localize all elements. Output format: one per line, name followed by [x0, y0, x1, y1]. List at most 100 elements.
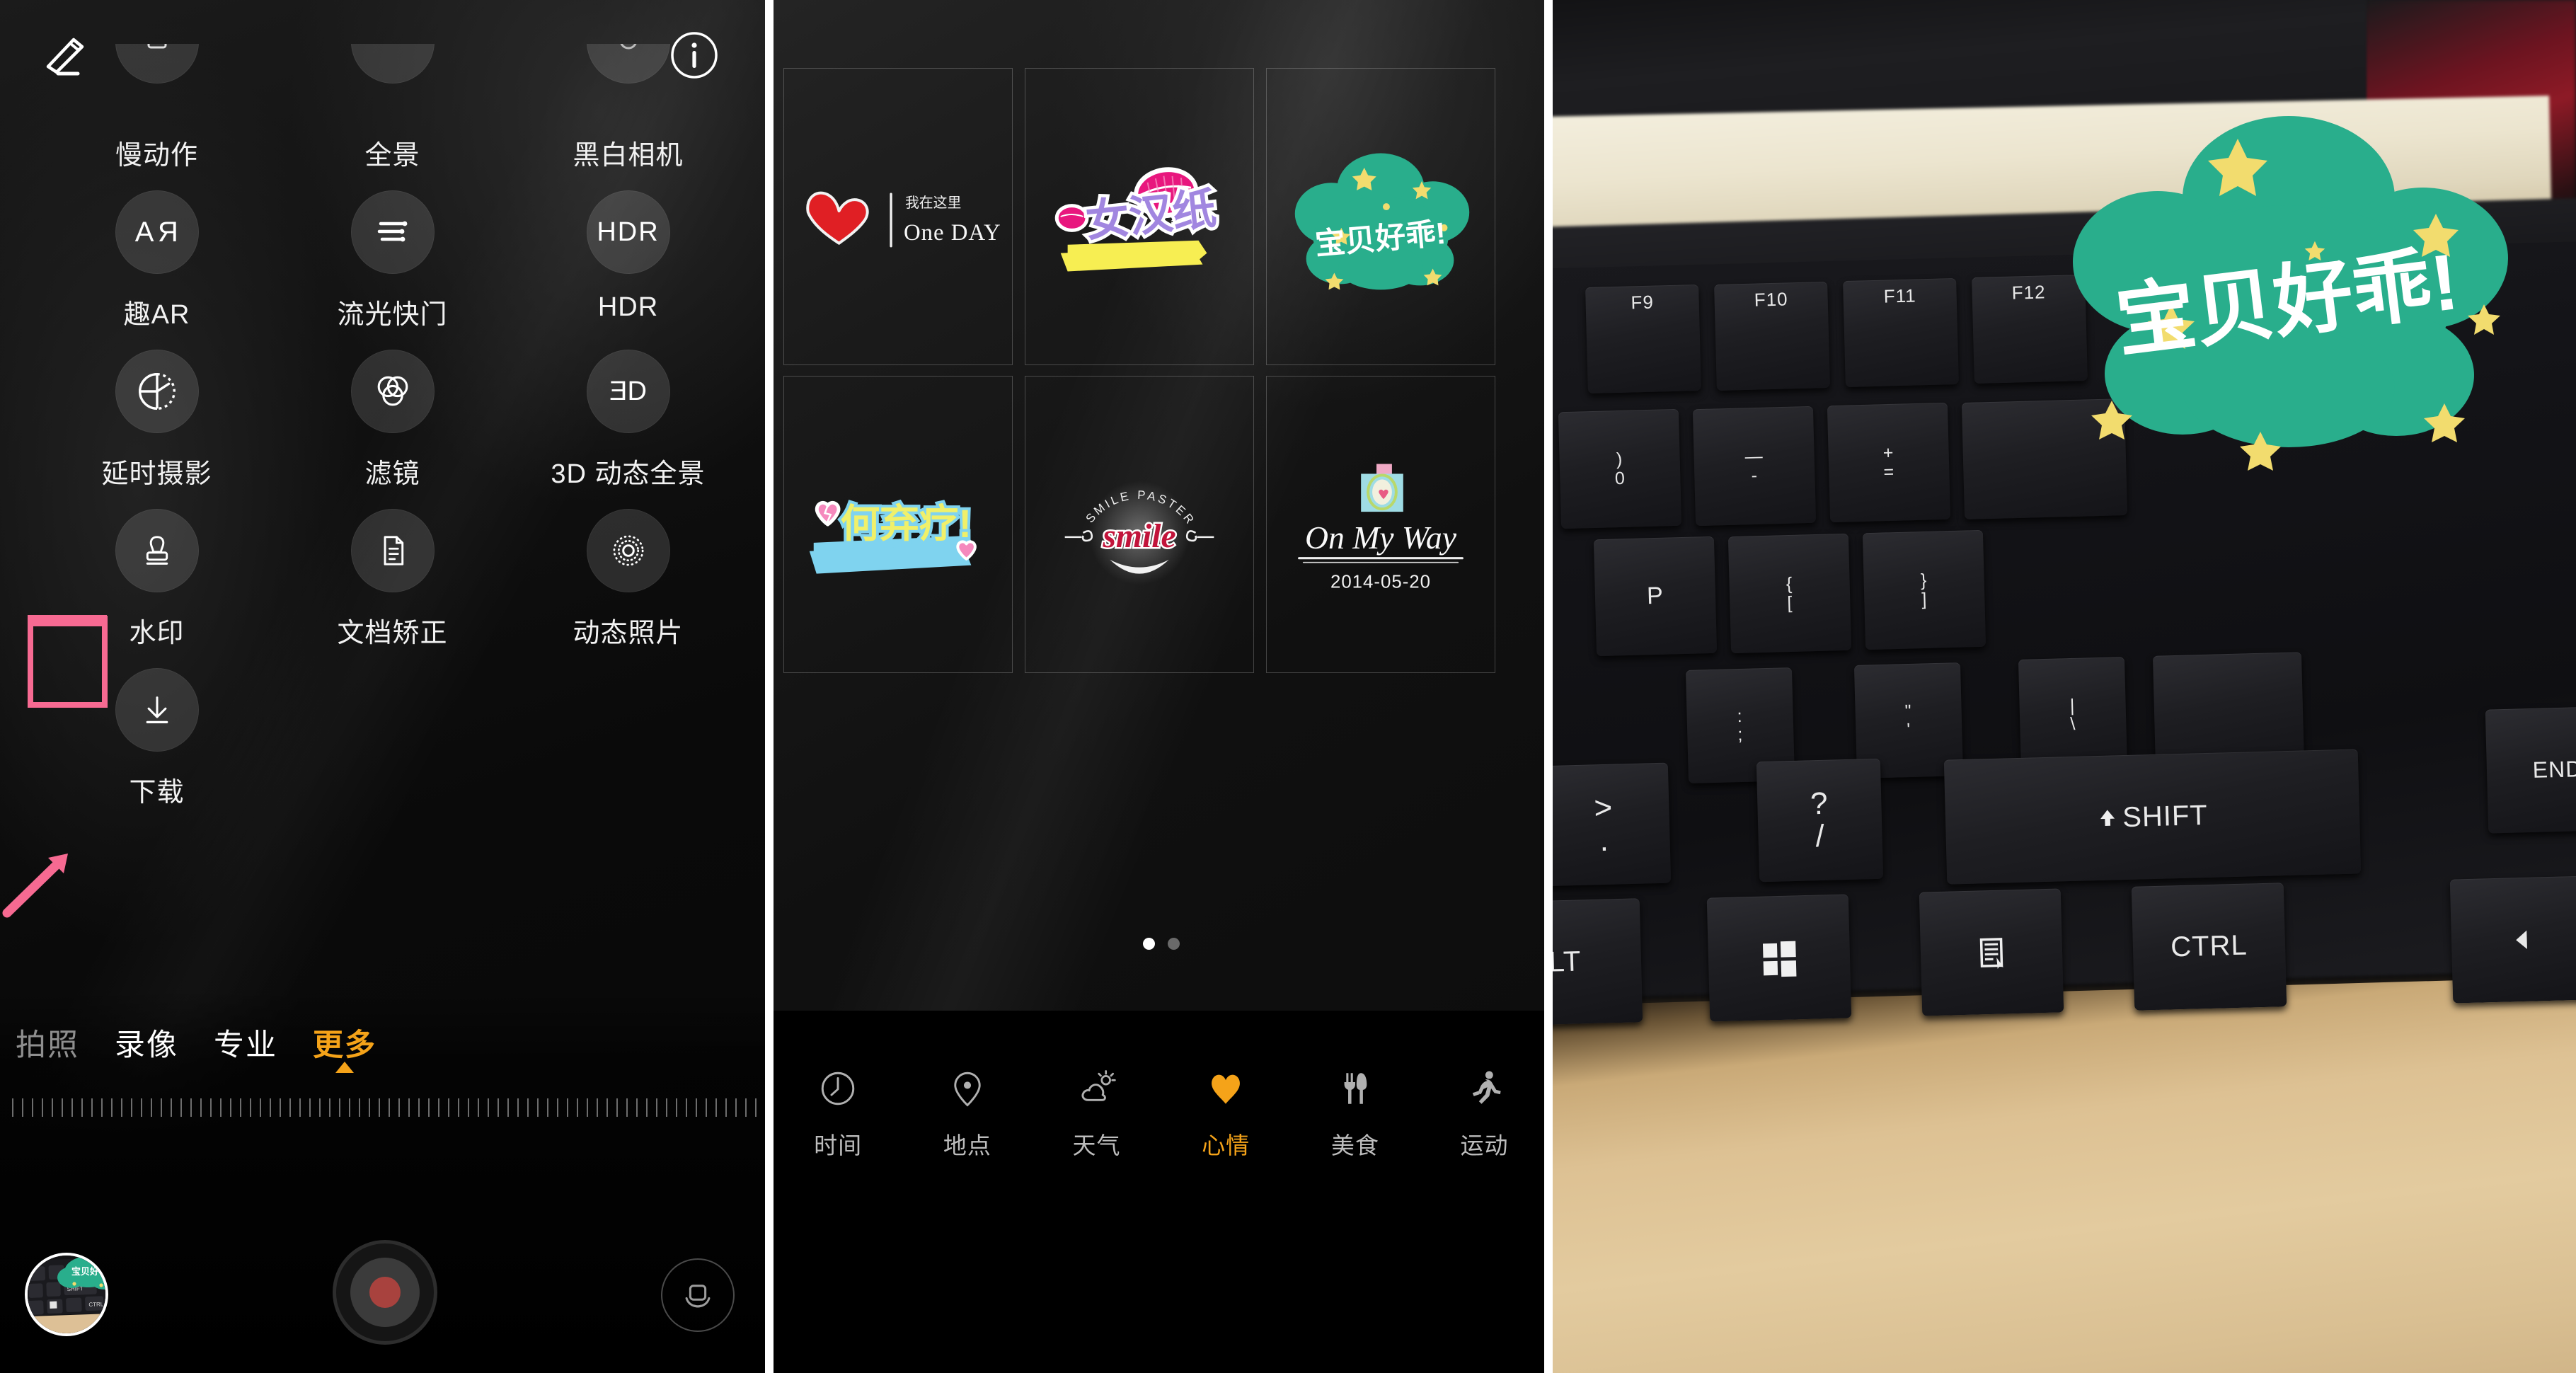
key-f10: F10 [1713, 281, 1830, 391]
sticker-he-qi-liao-text: 何弃疗! [840, 502, 971, 546]
mode-item-watermark[interactable]: 水印 [39, 509, 275, 650]
key-f11: F11 [1842, 277, 1959, 388]
key-windows [1706, 894, 1851, 1022]
mode-item-document-correction[interactable]: 文档矫正 [275, 509, 510, 650]
category-label: 美食 [1330, 1132, 1379, 1159]
sticker-area: 我在这里 One DAY 女汉纸 宝贝好乖! 何弃疗! SMILE PASTER… [774, 0, 1544, 999]
mode-label: HDR [597, 292, 659, 322]
key-arrow-left [2449, 875, 2576, 1004]
sticker-nv-han-zhi-text: 女汉纸 [1083, 184, 1219, 246]
key-label: F9 [1630, 291, 1654, 314]
sticker-card-nv-han-zhi[interactable]: 女汉纸 [1024, 68, 1254, 365]
watermark-stamp-icon [115, 509, 199, 592]
key-label-lower: 0 [1614, 468, 1626, 488]
category-sport[interactable]: 运动 [1420, 1066, 1543, 1161]
category-time[interactable]: 时间 [774, 1066, 903, 1161]
mode-label: 滤镜 [364, 459, 420, 489]
mode-item-download[interactable]: 下载 [39, 668, 275, 809]
mode-item-light-painting[interactable]: 流光快门 [275, 190, 510, 331]
category-label: 时间 [814, 1132, 863, 1159]
context-menu-icon [1979, 937, 2003, 969]
shift-arrow-icon [2100, 810, 2115, 827]
key-f9: F9 [1585, 284, 1701, 394]
camera-bottom-controls: 拍照 录像 专业 更多 SHIFT CTRL 宝贝好 [0, 991, 765, 1373]
windows-logo-icon [1762, 941, 1797, 977]
key-end: END [2485, 706, 2576, 834]
mode-label: 慢动作 [115, 141, 198, 171]
shutter-inner [350, 1258, 420, 1327]
shutter-button[interactable] [333, 1240, 437, 1345]
sticker-card-bao-bei-hao-guai[interactable]: 宝贝好乖! [1265, 68, 1495, 365]
key-slash: ? / [1756, 758, 1883, 883]
category-mood[interactable]: 心情 [1161, 1066, 1291, 1161]
mode-label: 文档矫正 [337, 619, 448, 648]
key-label-lower: / [1815, 818, 1825, 854]
tab-video[interactable]: 录像 [115, 1021, 178, 1064]
key-label: SHIFT [2122, 799, 2208, 833]
tab-more[interactable]: 更多 [313, 1021, 376, 1073]
key-label: F12 [2011, 281, 2046, 304]
mode-item-hdr[interactable]: HDR HDR [510, 190, 746, 331]
key-label-lower: = [1882, 461, 1895, 482]
mode-item-motion-photo[interactable]: 动态照片 [510, 509, 746, 650]
key-label-lower: . [1599, 822, 1609, 858]
category-label: 运动 [1460, 1132, 1509, 1159]
fork-knife-icon [1335, 1066, 1376, 1111]
mode-item-time-lapse[interactable]: 延时摄影 [39, 350, 275, 490]
mode-item-filter[interactable]: 滤镜 [275, 350, 510, 490]
keyboard-photo: F9 F10 F11 F12 ) 0 — - + = P { [}]: ;… [1552, 0, 2576, 1373]
mode-label: 动态照片 [573, 619, 684, 648]
hdr-icon: HDR [586, 190, 670, 274]
document-correction-icon [350, 509, 435, 592]
pagination-dots [774, 938, 1544, 950]
sticker-card-one-day[interactable]: 我在这里 One DAY [783, 68, 1013, 365]
mode-label: 趣AR [123, 300, 190, 330]
mode-label: 黑白相机 [573, 141, 684, 171]
category-weather[interactable]: 天气 [1032, 1066, 1161, 1161]
key-0: ) 0 [1558, 408, 1681, 529]
key-period: > . [1552, 762, 1671, 887]
mode-ruler [0, 1096, 765, 1127]
tab-active-caret-icon [335, 1062, 354, 1073]
sticker-card-smile-paster[interactable]: SMILE PASTER smile [1024, 376, 1254, 673]
motion-photo-icon [586, 509, 670, 592]
sticker-card-he-qi-liao[interactable]: 何弃疗! [783, 376, 1013, 673]
key-shift-right: SHIFT [1943, 749, 2361, 885]
mode-label: 下载 [129, 778, 185, 808]
mode-label: 流光快门 [337, 300, 448, 330]
tab-pro[interactable]: 专业 [214, 1021, 277, 1064]
key-label-upper: | [2069, 695, 2076, 716]
pagination-dot-2[interactable] [1167, 938, 1180, 950]
filter-icon [350, 350, 435, 433]
mode-label: 3D 动态全景 [551, 459, 706, 489]
camera-mode-tabs: 拍照 录像 专业 更多 [0, 1021, 765, 1073]
gallery-thumbnail[interactable]: SHIFT CTRL 宝贝好 [25, 1253, 108, 1336]
tab-photo[interactable]: 拍照 [16, 1021, 79, 1064]
pagination-dot-1[interactable] [1142, 938, 1155, 950]
time-lapse-icon [115, 350, 199, 433]
download-icon [115, 668, 199, 752]
pencil-edit-icon[interactable] [41, 30, 92, 81]
watermark-category-bar: 时间 地点 天气 心情 美食 运动 [773, 1011, 1544, 1373]
sticker-one-day-line2: One DAY [904, 220, 1001, 246]
key-label-upper: — [1744, 446, 1764, 467]
switch-camera-button[interactable] [661, 1258, 735, 1332]
category-food[interactable]: 美食 [1291, 1066, 1420, 1161]
sticker-grid: 我在这里 One DAY 女汉纸 宝贝好乖! 何弃疗! SMILE PASTER… [783, 68, 1498, 673]
panel-separator-1 [764, 0, 774, 1373]
key-label-upper: : [1736, 706, 1743, 726]
sticker-one-day-line1: 我在这里 [905, 195, 961, 211]
mode-item-3d-panorama[interactable]: ED 3D 动态全景 [510, 350, 746, 490]
category-location[interactable]: 地点 [903, 1066, 1033, 1161]
key-label: F10 [1753, 288, 1788, 311]
panel-photo-result: F9 F10 F11 F12 ) 0 — - + = P { [}]: ;… [1552, 0, 2576, 1373]
key-label-lower: ' [1906, 719, 1911, 740]
mode-item-ar[interactable]: AR 趣AR [39, 190, 275, 331]
key-label-lower: [ [1786, 592, 1793, 613]
sticker-card-on-my-way[interactable]: On My Way 2014-05-20 [1265, 376, 1495, 673]
info-icon[interactable] [667, 28, 721, 82]
sticker-on-my-way-text: On My Way [1305, 519, 1457, 556]
key-label-lower: ] [1921, 589, 1928, 609]
category-label: 心情 [1202, 1132, 1250, 1159]
shutter-record-dot [369, 1277, 401, 1308]
